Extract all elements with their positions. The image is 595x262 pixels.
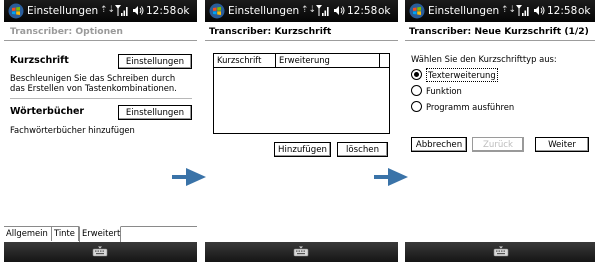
soft-key-bar [405, 242, 595, 262]
section-divider [10, 98, 192, 99]
ok-button[interactable]: ok [578, 5, 591, 17]
option-label: Texterweiterung [426, 68, 498, 82]
column-header-kurzschrift[interactable]: Kurzschrift [214, 54, 276, 67]
type-prompt: Wählen Sie den Kurzschrifttyp aus: [411, 54, 557, 64]
ok-button[interactable]: ok [378, 5, 391, 17]
speaker-icon[interactable] [333, 4, 345, 17]
signal-strength-icon[interactable] [115, 4, 129, 17]
woerterbuecher-settings-button[interactable]: Einstellungen [118, 105, 192, 120]
clock[interactable]: 12:58 [146, 5, 176, 17]
page-title: Transcriber: Optionen [10, 26, 123, 37]
kurzschrift-description-line: Beschleunigen Sie das Schreiben durch [10, 73, 176, 83]
title-bar: Einstellungen ⇡⇣ 12:58 ok [4, 0, 197, 22]
kurzschrift-description-line: das Erstellen von Tastenkombinationen. [10, 83, 177, 93]
window-title: Einstellungen [27, 5, 99, 17]
header-divider [205, 40, 398, 41]
tab-erweitert[interactable]: Erweitert [79, 226, 121, 242]
sync-icon: ⇡⇣ [301, 5, 317, 15]
kurzschrift-screen: Einstellungen ⇡⇣ 12:58 ok Transcriber: K… [205, 0, 398, 262]
page-title: Transcriber: Neue Kurzschrift (1/2) [409, 26, 589, 37]
window-title: Einstellungen [428, 5, 500, 17]
shortcut-list[interactable]: Kurzschrift Erweiterung [213, 53, 390, 134]
tab-tinte[interactable]: Tinte [52, 227, 79, 241]
woerterbuecher-description: Fachwörterbücher hinzufügen [10, 125, 135, 135]
kurzschrift-settings-button[interactable]: Einstellungen [118, 54, 192, 69]
window-title: Einstellungen [228, 5, 300, 17]
right-arrow-icon [374, 168, 408, 186]
soft-key-bar [205, 242, 398, 262]
clock[interactable]: 12:58 [547, 5, 577, 17]
cancel-button[interactable]: Abbrechen [411, 137, 467, 152]
options-screen: Einstellungen ⇡⇣ 12:58 ok Transcriber: O… [4, 0, 197, 262]
windows-flag-icon[interactable] [209, 3, 225, 19]
title-bar: Einstellungen ⇡⇣ 12:58 ok [205, 0, 398, 22]
right-arrow-icon [172, 168, 206, 186]
radio-button[interactable] [411, 85, 422, 96]
header-divider [4, 40, 197, 41]
kurzschrift-description: Beschleunigen Sie das Schreiben durch da… [10, 73, 177, 93]
woerterbuecher-section-title: Wörterbücher [10, 106, 85, 117]
signal-strength-icon[interactable] [516, 4, 530, 17]
title-bar: Einstellungen ⇡⇣ 12:58 ok [405, 0, 595, 22]
radio-button[interactable] [411, 69, 422, 80]
speaker-icon[interactable] [132, 4, 144, 17]
signal-strength-icon[interactable] [316, 4, 330, 17]
list-header: Kurzschrift Erweiterung [214, 54, 389, 68]
new-shortcut-screen: Einstellungen ⇡⇣ 12:58 ok Transcriber: N… [405, 0, 595, 262]
option-label: Programm ausführen [426, 102, 515, 112]
soft-key-bar [4, 242, 197, 262]
column-header-erweiterung[interactable]: Erweiterung [276, 54, 380, 67]
sync-icon: ⇡⇣ [501, 5, 517, 15]
windows-flag-icon[interactable] [8, 3, 24, 19]
keyboard-icon[interactable] [293, 246, 309, 258]
keyboard-icon[interactable] [92, 246, 108, 258]
option-label: Funktion [426, 86, 462, 96]
radio-button[interactable] [411, 101, 422, 112]
back-button[interactable]: Zurück [472, 137, 524, 152]
delete-button[interactable]: löschen [337, 142, 388, 157]
tab-strip: Allgemein Tinte Erweitert [4, 226, 197, 242]
sync-icon: ⇡⇣ [100, 5, 116, 15]
header-divider [405, 40, 595, 41]
add-button[interactable]: Hinzufügen [274, 142, 331, 157]
page-title: Transcriber: Kurzschrift [209, 26, 332, 37]
windows-flag-icon[interactable] [409, 3, 425, 19]
ok-button[interactable]: ok [177, 5, 190, 17]
next-button[interactable]: Weiter [535, 137, 589, 152]
keyboard-icon[interactable] [493, 246, 509, 258]
kurzschrift-section-title: Kurzschrift [10, 55, 69, 66]
clock[interactable]: 12:58 [347, 5, 377, 17]
tab-allgemein[interactable]: Allgemein [4, 227, 52, 241]
speaker-icon[interactable] [533, 4, 545, 17]
